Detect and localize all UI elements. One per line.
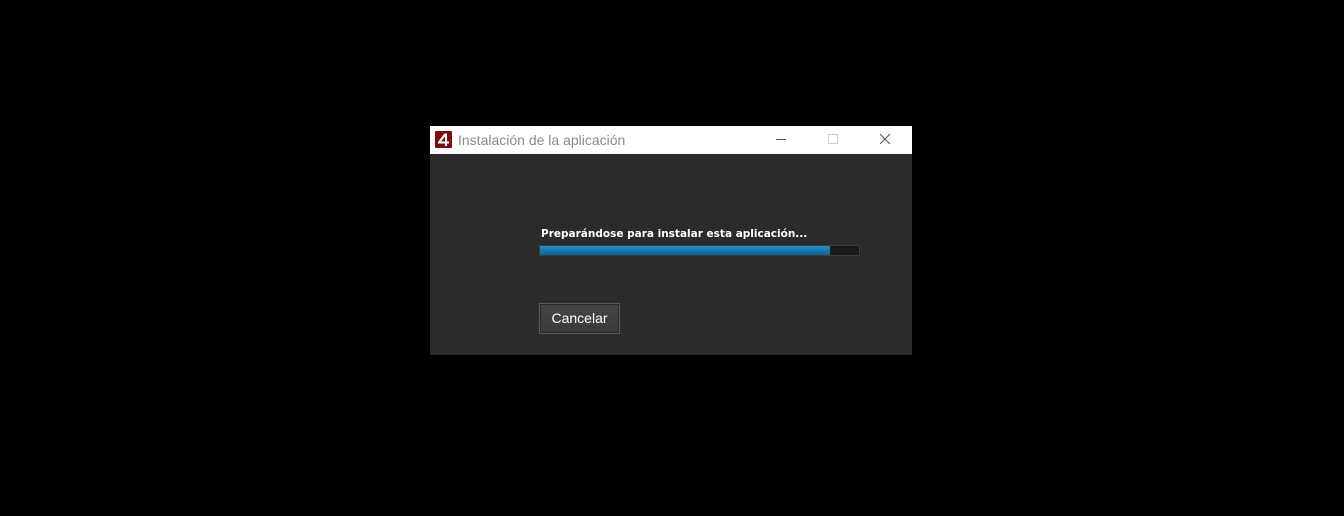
- installer-content: Preparándose para instalar esta aplicaci…: [430, 154, 912, 355]
- title-bar[interactable]: Instalación de la aplicación: [430, 126, 912, 154]
- installer-window: Instalación de la aplicación Preparándos…: [430, 126, 912, 355]
- progress-fill: [540, 246, 831, 255]
- maximize-button[interactable]: [810, 126, 856, 154]
- maximize-icon: [828, 134, 838, 144]
- desktop: Instalación de la aplicación Preparándos…: [0, 0, 1344, 516]
- progress-bar: [539, 245, 860, 256]
- minimize-icon: [776, 139, 786, 140]
- cancel-button[interactable]: Cancelar: [539, 303, 620, 334]
- close-icon: [879, 133, 891, 145]
- window-title: Instalación de la aplicación: [458, 132, 626, 148]
- close-button[interactable]: [862, 126, 908, 154]
- adobe-air-icon: [435, 131, 452, 148]
- status-message: Preparándose para instalar esta aplicaci…: [541, 228, 808, 240]
- minimize-button[interactable]: [758, 126, 804, 154]
